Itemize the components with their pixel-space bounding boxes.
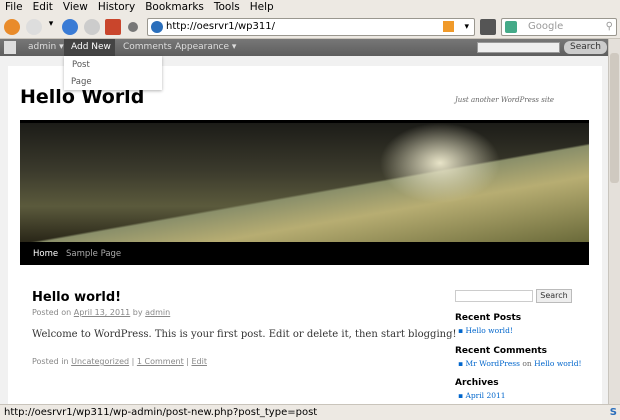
post-meta: Posted on April 13, 2011 by admin: [32, 308, 171, 317]
comment-author-link[interactable]: Mr WordPress: [465, 359, 520, 368]
rss-icon[interactable]: [443, 21, 454, 32]
status-bar: http://oesrvr1/wp311/wp-admin/post-new.p…: [0, 404, 620, 420]
menu-history[interactable]: History: [93, 0, 140, 15]
comment-post-link[interactable]: Hello world!: [534, 359, 581, 368]
post-date-link[interactable]: April 13, 2011: [74, 308, 130, 317]
menu-file[interactable]: File: [0, 0, 28, 15]
comments-menu[interactable]: Comments: [123, 39, 172, 56]
history-dropdown-icon[interactable]: ▾: [46, 19, 56, 35]
recent-comments-title: Recent Comments: [455, 346, 548, 356]
post-footer: Posted in Uncategorized | 1 Comment | Ed…: [32, 357, 207, 366]
post-title[interactable]: Hello world!: [32, 290, 121, 305]
scrollbar-thumb[interactable]: [610, 53, 619, 183]
comments-link[interactable]: 1 Comment: [137, 357, 184, 366]
post-content: Welcome to WordPress. This is your first…: [32, 329, 457, 340]
sidebar-search-input[interactable]: [455, 290, 533, 302]
addon-icon[interactable]: [128, 22, 138, 32]
magnifier-icon[interactable]: ⚲: [606, 19, 613, 35]
back-icon[interactable]: [4, 19, 20, 35]
vertical-scrollbar[interactable]: [608, 39, 620, 404]
edit-link[interactable]: Edit: [191, 357, 207, 366]
header-image: [20, 120, 589, 242]
wp-admin-bar: admin ▾ Add New ▾ Comments Appearance ▾ …: [0, 39, 608, 73]
recent-post-item: ▪ Hello world!: [458, 326, 513, 335]
menu-tools[interactable]: Tools: [209, 0, 245, 15]
stop-icon[interactable]: [84, 19, 100, 35]
url-dropdown-icon[interactable]: ▾: [464, 19, 469, 35]
recent-post-link[interactable]: Hello world!: [465, 326, 512, 335]
add-new-dropdown: Post Page: [64, 56, 162, 90]
nav-sample-page[interactable]: Sample Page: [66, 249, 121, 259]
site-tagline: Just another WordPress site: [455, 96, 555, 104]
avatar[interactable]: [4, 41, 16, 54]
dropdown-item-page[interactable]: Page: [71, 77, 92, 87]
admin-search-input[interactable]: [477, 42, 560, 53]
recent-comment-item: ▪ Mr WordPress on Hello world!: [458, 359, 582, 368]
menu-edit[interactable]: Edit: [28, 0, 58, 15]
forward-icon[interactable]: [26, 19, 42, 35]
site-nav: Home Sample Page: [20, 242, 589, 265]
print-icon[interactable]: [480, 19, 496, 35]
recent-posts-title: Recent Posts: [455, 313, 522, 323]
category-link[interactable]: Uncategorized: [71, 357, 129, 366]
dropdown-item-post[interactable]: Post: [72, 60, 90, 70]
site-icon: [151, 21, 163, 33]
author-link[interactable]: admin: [145, 308, 170, 317]
archive-link[interactable]: April 2011: [465, 391, 505, 400]
search-engine-input[interactable]: Google ⚲: [501, 18, 617, 36]
archive-item: ▪ April 2011: [458, 391, 506, 400]
addon-status-icon[interactable]: S: [610, 405, 617, 420]
admin-menu[interactable]: admin ▾: [28, 39, 64, 56]
menu-help[interactable]: Help: [245, 0, 279, 15]
sidebar-search-button[interactable]: Search: [536, 289, 572, 303]
archives-title: Archives: [455, 378, 499, 388]
menu-bar: File Edit View History Bookmarks Tools H…: [0, 0, 620, 15]
home-icon[interactable]: [105, 19, 121, 35]
menu-bookmarks[interactable]: Bookmarks: [140, 0, 209, 15]
url-bar[interactable]: http://oesrvr1/wp311/ ▾: [147, 18, 475, 36]
navigation-toolbar: ▾ http://oesrvr1/wp311/ ▾ Google ⚲: [0, 15, 620, 39]
menu-view[interactable]: View: [58, 0, 93, 15]
google-icon[interactable]: [505, 21, 517, 33]
url-text: http://oesrvr1/wp311/: [166, 21, 275, 32]
appearance-menu[interactable]: Appearance ▾: [175, 39, 236, 56]
search-placeholder: Google: [528, 21, 564, 32]
nav-home[interactable]: Home: [33, 249, 58, 259]
reload-icon[interactable]: [62, 19, 78, 35]
admin-search-button[interactable]: Search: [564, 41, 607, 54]
status-text: http://oesrvr1/wp311/wp-admin/post-new.p…: [4, 407, 318, 418]
